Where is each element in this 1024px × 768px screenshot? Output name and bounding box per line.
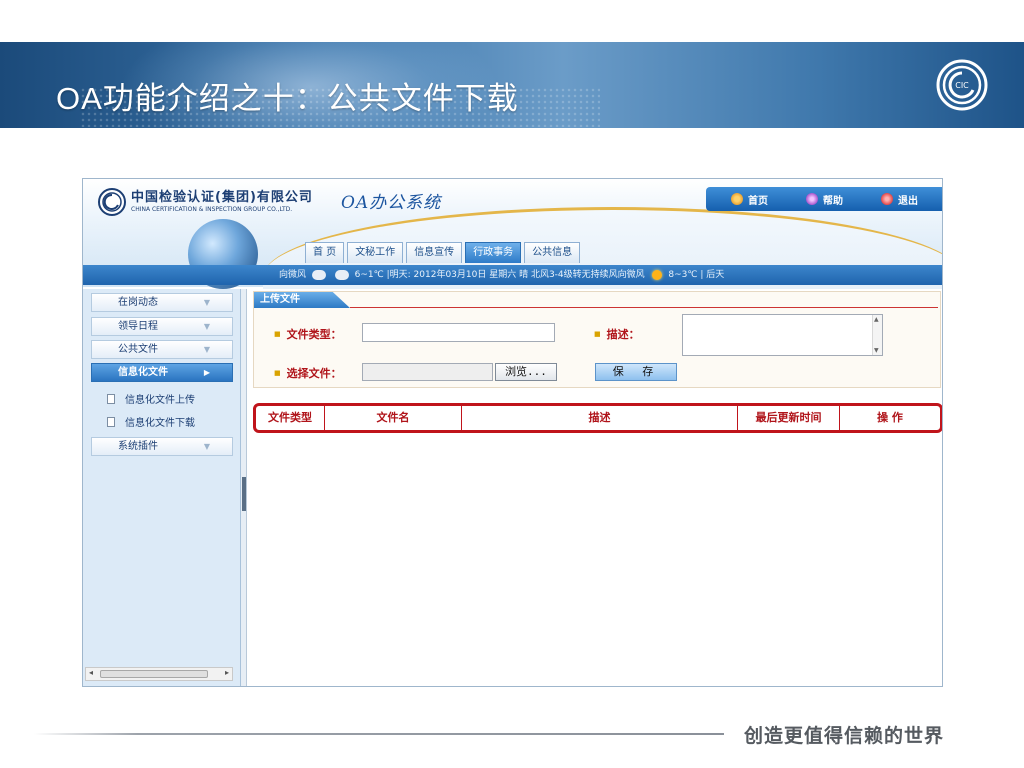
save-button[interactable]: 保 存 xyxy=(595,363,677,381)
column-description[interactable]: 描述 xyxy=(462,406,738,430)
splitter-grip[interactable] xyxy=(242,477,246,511)
svg-text:CIC: CIC xyxy=(955,81,969,90)
weather-tomorrow: |明天: 2012年03月10日 星期六 晴 北风3-4级转无持续风向微风 xyxy=(386,270,645,280)
chevron-down-icon: ▼ xyxy=(203,442,210,451)
description-label: ■ 描述： xyxy=(594,328,640,341)
ccic-logo-icon: CIC xyxy=(936,59,988,111)
column-file-type[interactable]: 文件类型 xyxy=(256,406,325,430)
tab-secretarial[interactable]: 文秘工作 xyxy=(347,242,404,263)
weather-bar: 向微风 6~1℃ |明天: 2012年03月10日 星期六 晴 北风3-4级转无… xyxy=(83,265,942,285)
sidebar-item-system-plugins[interactable]: 系统插件 ▼ xyxy=(91,437,233,456)
company-name-cn: 中国检验认证(集团)有限公司 xyxy=(131,190,313,205)
choose-file-label: ■ 选择文件： xyxy=(274,367,342,380)
textarea-scrollbar[interactable]: ▲ ▼ xyxy=(872,315,882,355)
scroll-right-icon[interactable]: ▸ xyxy=(225,668,229,677)
sidebar-subitem-upload[interactable]: 信息化文件上传 xyxy=(107,391,195,406)
sidebar-subitem-download[interactable]: 信息化文件下载 xyxy=(107,414,195,429)
company-name-en: CHINA CERTIFICATION & INSPECTION GROUP C… xyxy=(131,206,293,213)
home-icon xyxy=(731,193,743,205)
sidebar-splitter[interactable] xyxy=(241,289,247,686)
scrollbar-thumb[interactable] xyxy=(100,670,208,678)
exit-icon xyxy=(881,193,893,205)
scroll-left-icon[interactable]: ◂ xyxy=(89,668,93,677)
column-last-updated[interactable]: 最后更新时间 xyxy=(738,406,840,430)
weather-tomorrow-temp: 8~3℃ xyxy=(668,270,698,280)
rain-cloud-icon xyxy=(334,269,349,280)
upload-panel-tab: 上传文件 xyxy=(254,292,350,308)
sun-icon xyxy=(651,269,662,280)
chevron-down-icon: ▼ xyxy=(203,298,210,307)
home-link[interactable]: 首页 xyxy=(731,192,768,207)
footer-divider xyxy=(34,733,724,735)
tab-home[interactable]: 首 页 xyxy=(305,242,345,263)
upload-panel: 上传文件 ■ 文件类型： ■ 描述： ▲ ▼ ■ 选择文件： 浏览... 保 存 xyxy=(253,291,941,388)
cloud-icon xyxy=(311,269,326,280)
column-file-name[interactable]: 文件名 xyxy=(325,406,462,430)
file-grid-header: 文件类型 文件名 描述 最后更新时间 操 作 xyxy=(253,403,942,433)
chevron-down-icon: ▼ xyxy=(203,345,210,354)
browse-button[interactable]: 浏览... xyxy=(495,363,557,381)
scroll-down-icon[interactable]: ▼ xyxy=(874,347,879,354)
slide-tagline: 创造更值得信赖的世界 xyxy=(744,725,945,747)
top-links: 首页 帮助 退出 xyxy=(706,187,942,211)
help-icon xyxy=(806,193,818,205)
choose-file-input[interactable] xyxy=(362,363,493,381)
weather-today-temp: 6~1℃ xyxy=(354,270,384,280)
sidebar: 在岗动态 ▼ 领导日程 ▼ 公共文件 ▼ 信息化文件 ▶ 信息化文件上传 信息化文件下载… xyxy=(83,289,241,686)
exit-link[interactable]: 退出 xyxy=(881,192,918,207)
panel-divider xyxy=(350,307,938,308)
sidebar-item-leader-schedule[interactable]: 领导日程 ▼ xyxy=(91,317,233,336)
file-type-label: ■ 文件类型： xyxy=(274,328,342,341)
company-brand: 中国检验认证(集团)有限公司 CHINA CERTIFICATION & INS… xyxy=(97,187,313,217)
main-content: 上传文件 ■ 文件类型： ■ 描述： ▲ ▼ ■ 选择文件： 浏览... 保 存 文件… xyxy=(249,289,942,686)
oa-system-title: OA办公系统 xyxy=(341,193,442,213)
document-icon xyxy=(107,393,115,404)
main-nav-tabs: 首 页 文秘工作 信息宣传 行政事务 公共信息 xyxy=(305,242,583,263)
bullet-icon: ■ xyxy=(274,369,281,377)
slide-header: OA功能介绍之十：公共文件下载 CIC xyxy=(0,42,1024,128)
slide-title: OA功能介绍之十：公共文件下载 xyxy=(56,81,519,116)
chevron-down-icon: ▼ xyxy=(203,322,210,331)
sidebar-horizontal-scrollbar[interactable]: ◂ ▸ xyxy=(85,667,233,681)
tab-administration[interactable]: 行政事务 xyxy=(465,242,522,263)
bullet-icon: ■ xyxy=(274,330,281,338)
tab-public-info[interactable]: 公共信息 xyxy=(524,242,581,263)
sidebar-item-public-files[interactable]: 公共文件 ▼ xyxy=(91,340,233,359)
sidebar-item-duty-status[interactable]: 在岗动态 ▼ xyxy=(91,293,233,312)
document-icon xyxy=(107,416,115,427)
weather-today: 向微风 xyxy=(279,270,307,280)
column-actions[interactable]: 操 作 xyxy=(840,406,940,430)
weather-after: | 后天 xyxy=(700,270,725,280)
chevron-right-icon: ▶ xyxy=(203,368,210,377)
description-textarea[interactable]: ▲ ▼ xyxy=(682,314,883,356)
bullet-icon: ■ xyxy=(594,330,601,338)
company-logo-icon xyxy=(98,188,126,216)
sidebar-item-it-files[interactable]: 信息化文件 ▶ xyxy=(91,363,233,382)
oa-app-window: 中国检验认证(集团)有限公司 CHINA CERTIFICATION & INS… xyxy=(82,178,943,687)
file-type-input[interactable] xyxy=(362,323,555,342)
app-topbar: 中国检验认证(集团)有限公司 CHINA CERTIFICATION & INS… xyxy=(83,179,942,347)
help-link[interactable]: 帮助 xyxy=(806,192,843,207)
scroll-up-icon[interactable]: ▲ xyxy=(874,316,879,323)
tab-publicity[interactable]: 信息宣传 xyxy=(406,242,463,263)
